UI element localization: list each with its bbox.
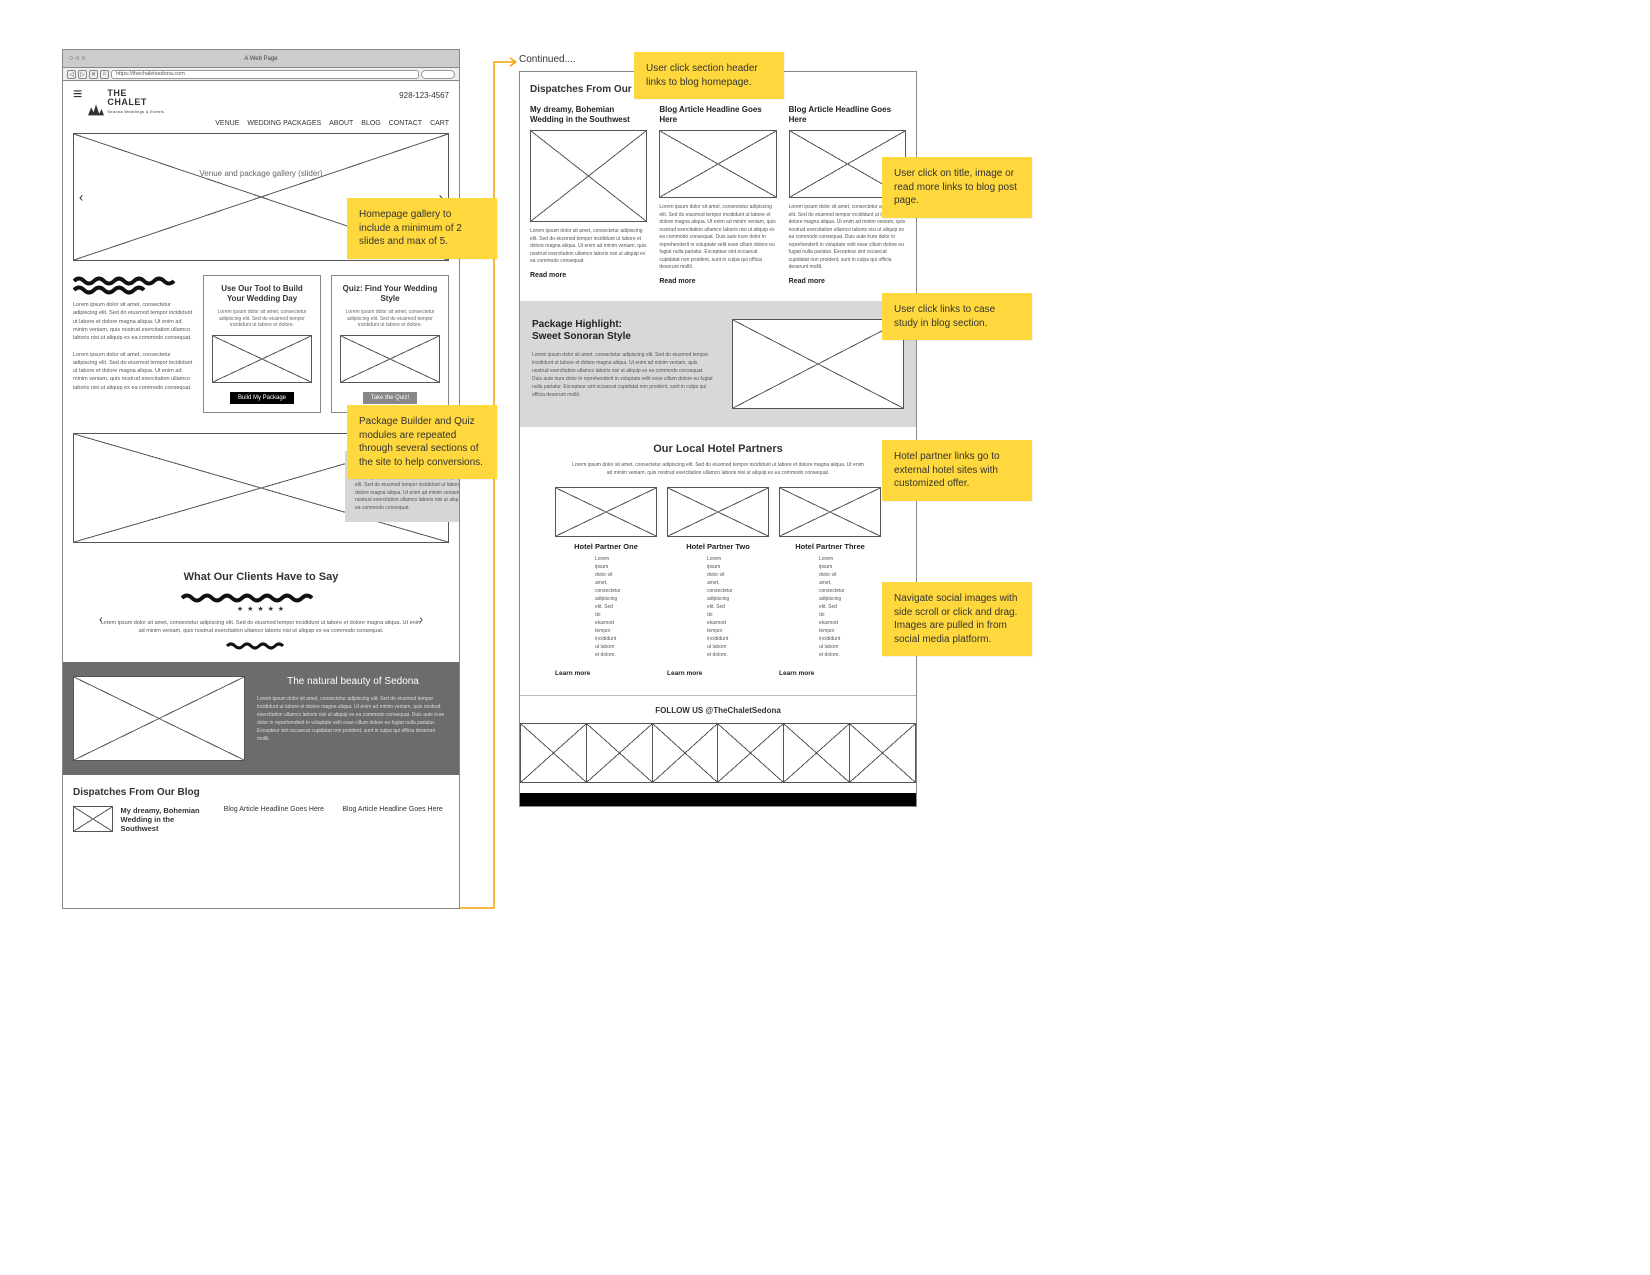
nav-blog[interactable]: BLOG	[361, 120, 380, 127]
package-builder-card: Use Our Tool to Build Your Wedding Day L…	[203, 275, 321, 413]
testimonial-prev-icon[interactable]: ‹	[99, 614, 103, 626]
url-bar[interactable]: https://thechaletsedona.com	[111, 70, 419, 79]
sedona-feature-2: The natural beauty of Sedona Lorem ipsum…	[63, 662, 459, 775]
hotel-card: Hotel Partner Three Lorem ipsum dolor si…	[779, 487, 881, 679]
hotel-card: Hotel Partner One Lorem ipsum dolor sit …	[555, 487, 657, 679]
rating-stars: ★ ★ ★ ★ ★	[73, 605, 449, 613]
browser-toolbar: ◁ ▷ ✕ ⌂ https://thechaletsedona.com	[63, 68, 459, 81]
blog-preview: Dispatches From Our Blog My dreamy, Bohe…	[63, 775, 459, 833]
phone-number[interactable]: 928-123-4567	[399, 91, 449, 100]
testimonials: What Our Clients Have to Say ★ ★ ★ ★ ★ L…	[63, 553, 459, 663]
connector-arrow	[460, 58, 522, 913]
quiz-card: Quiz: Find Your Wedding Style Lorem ipsu…	[331, 275, 449, 413]
blog-side-title-2[interactable]: Blog Article Headline Goes Here	[342, 806, 449, 833]
nav-about[interactable]: ABOUT	[329, 120, 353, 127]
tool-title: Use Our Tool to Build Your Wedding Day	[212, 284, 312, 303]
hotels-title: Our Local Hotel Partners	[532, 443, 904, 455]
tool-image	[212, 335, 312, 383]
search-pill[interactable]	[421, 70, 455, 79]
hotel-card: Hotel Partner Two Lorem ipsum dolor sit …	[667, 487, 769, 679]
package-highlight: Package Highlight:Sweet Sonoran Style Lo…	[520, 301, 916, 427]
read-more-link[interactable]: Read more	[789, 277, 906, 288]
main-nav: VENUE WEDDING PACKAGES ABOUT BLOG CONTAC…	[63, 120, 459, 133]
wireframe-left: ○ ○ ○ A Web Page ◁ ▷ ✕ ⌂ https://thechal…	[62, 49, 460, 909]
take-quiz-button[interactable]: Take the Quiz!	[363, 392, 417, 404]
footer: THECHALETSedona Weddings & Events 928-12…	[520, 793, 916, 807]
site-header: ≡ THECHALETSedona Weddings & Events 928-…	[63, 81, 459, 120]
nav-contact[interactable]: CONTACT	[389, 120, 422, 127]
home-icon[interactable]: ⌂	[100, 70, 109, 79]
learn-more-link[interactable]: Learn more	[779, 669, 881, 679]
social-image[interactable]	[849, 723, 916, 783]
social-image[interactable]	[586, 723, 652, 783]
testimonial-next-icon[interactable]: ›	[419, 614, 423, 626]
blog-section-title[interactable]: Dispatches From Our Blog	[73, 787, 449, 798]
social-image-strip[interactable]	[520, 723, 916, 783]
build-package-button[interactable]: Build My Package	[230, 392, 294, 404]
hamburger-icon[interactable]: ≡	[73, 89, 82, 101]
back-icon[interactable]: ◁	[67, 70, 76, 79]
annotation: Navigate social images with side scroll …	[882, 582, 1032, 656]
blog-side-title-1[interactable]: Blog Article Headline Goes Here	[224, 806, 331, 833]
slider-caption: Venue and package gallery (slider)	[73, 169, 449, 178]
hotel-partners: Our Local Hotel Partners Lorem ipsum dol…	[520, 427, 916, 695]
package-image[interactable]	[732, 319, 904, 409]
social-title[interactable]: FOLLOW US @TheChaletSedona	[520, 706, 916, 715]
social-image[interactable]	[520, 723, 586, 783]
intro-text: Lorem ipsum dolor sit amet, consectetur …	[73, 275, 193, 392]
blog-post-featured: My dreamy, Bohemian Wedding in the South…	[530, 105, 647, 287]
blog-featured-title[interactable]: My dreamy, Bohemian Wedding in the South…	[121, 806, 212, 833]
social-image[interactable]	[783, 723, 849, 783]
testimonials-title: What Our Clients Have to Say	[73, 571, 449, 583]
hotel-image[interactable]	[779, 487, 881, 537]
continued-label: Continued....	[519, 54, 576, 65]
browser-titlebar: ○ ○ ○ A Web Page	[63, 50, 459, 68]
social-image[interactable]	[717, 723, 783, 783]
social-image[interactable]	[652, 723, 718, 783]
blog-title[interactable]: My dreamy, Bohemian Wedding in the South…	[530, 105, 647, 124]
nav-cart[interactable]: CART	[430, 120, 449, 127]
nav-venue[interactable]: VENUE	[215, 120, 239, 127]
learn-more-link[interactable]: Learn more	[667, 669, 769, 679]
annotation: Homepage gallery to include a minimum of…	[347, 198, 497, 259]
annotation: Hotel partner links go to external hotel…	[882, 440, 1032, 501]
learn-more-link[interactable]: Learn more	[555, 669, 657, 679]
blog-section-full: Dispatches From Our Blog My dreamy, Bohe…	[520, 72, 916, 301]
quiz-image	[340, 335, 440, 383]
browser-title: A Web Page	[63, 56, 459, 62]
blog-post: Blog Article Headline Goes Here Lorem ip…	[659, 105, 776, 287]
hotel-name[interactable]: Hotel Partner One	[555, 541, 657, 552]
read-more-link[interactable]: Read more	[659, 277, 776, 288]
hotel-name[interactable]: Hotel Partner Three	[779, 541, 881, 552]
reload-icon[interactable]: ✕	[89, 70, 98, 79]
intro-row: Lorem ipsum dolor sit amet, consectetur …	[63, 261, 459, 423]
blog-title[interactable]: Blog Article Headline Goes Here	[789, 105, 906, 124]
package-title[interactable]: Package Highlight:	[532, 319, 622, 330]
hotel-name[interactable]: Hotel Partner Two	[667, 541, 769, 552]
forward-icon[interactable]: ▷	[78, 70, 87, 79]
social-section: FOLLOW US @TheChaletSedona	[520, 695, 916, 793]
blog-title[interactable]: Blog Article Headline Goes Here	[659, 105, 776, 124]
sedona-title-2: The natural beauty of Sedona	[287, 676, 419, 687]
wireframe-right: Dispatches From Our Blog My dreamy, Bohe…	[519, 71, 917, 807]
blog-image[interactable]	[73, 806, 113, 832]
hotel-image[interactable]	[667, 487, 769, 537]
slider-prev-icon[interactable]: ‹	[79, 190, 83, 205]
annotation: User click links to case study in blog s…	[882, 293, 1032, 340]
read-more-link[interactable]: Read more	[530, 271, 647, 282]
hotel-image[interactable]	[555, 487, 657, 537]
nav-packages[interactable]: WEDDING PACKAGES	[247, 120, 321, 127]
annotation: User click section header links to blog …	[634, 52, 784, 99]
blog-image[interactable]	[530, 130, 647, 222]
logo-mark-icon	[88, 102, 104, 116]
quiz-title: Quiz: Find Your Wedding Style	[340, 284, 440, 303]
logo[interactable]: THECHALETSedona Weddings & Events	[88, 89, 164, 116]
sedona-image-2	[73, 676, 245, 761]
annotation: User click on title, image or read more …	[882, 157, 1032, 218]
annotation: Package Builder and Quiz modules are rep…	[347, 405, 497, 479]
blog-image[interactable]	[659, 130, 776, 198]
